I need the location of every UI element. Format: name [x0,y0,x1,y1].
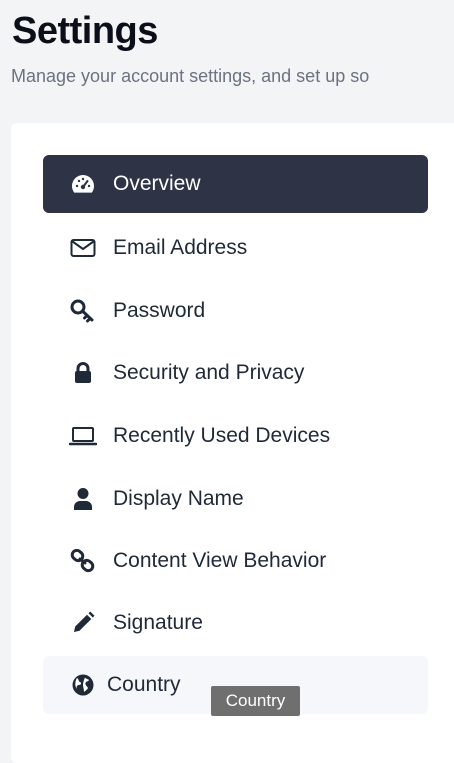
speedometer-icon [69,170,97,198]
nav-item-label: Password [113,299,206,322]
nav-item-display-name[interactable]: Display Name [43,470,428,528]
lock-icon [69,359,97,387]
page-title: Settings [12,10,158,52]
nav-item-content-view-behavior[interactable]: Content View Behavior [43,532,428,590]
user-icon [69,485,97,513]
nav-item-label: Country [107,673,181,696]
nav-item-label: Display Name [113,487,244,510]
nav-item-label: Recently Used Devices [113,424,331,447]
nav-item-label: Content View Behavior [113,549,327,572]
nav-item-recently-used-devices[interactable]: Recently Used Devices [43,407,428,465]
nav-item-label: Signature [113,611,203,634]
envelope-icon [69,234,97,262]
key-icon [69,297,97,325]
globe-icon [69,671,97,699]
pencil-icon [69,609,97,637]
page-subtitle: Manage your account settings, and set up… [11,66,370,86]
nav-item-password[interactable]: Password [43,282,428,340]
nav-item-security-and-privacy[interactable]: Security and Privacy [43,344,428,402]
country-tooltip: Country [211,686,300,716]
nav-item-signature[interactable]: Signature [43,594,428,652]
link-icon [69,547,97,575]
nav-item-label: Security and Privacy [113,361,305,384]
nav-item-overview[interactable]: Overview [43,155,428,213]
nav-item-label: Overview [113,172,201,195]
laptop-icon [69,422,97,450]
nav-item-label: Email Address [113,236,248,259]
nav-item-email-address[interactable]: Email Address [43,219,428,277]
